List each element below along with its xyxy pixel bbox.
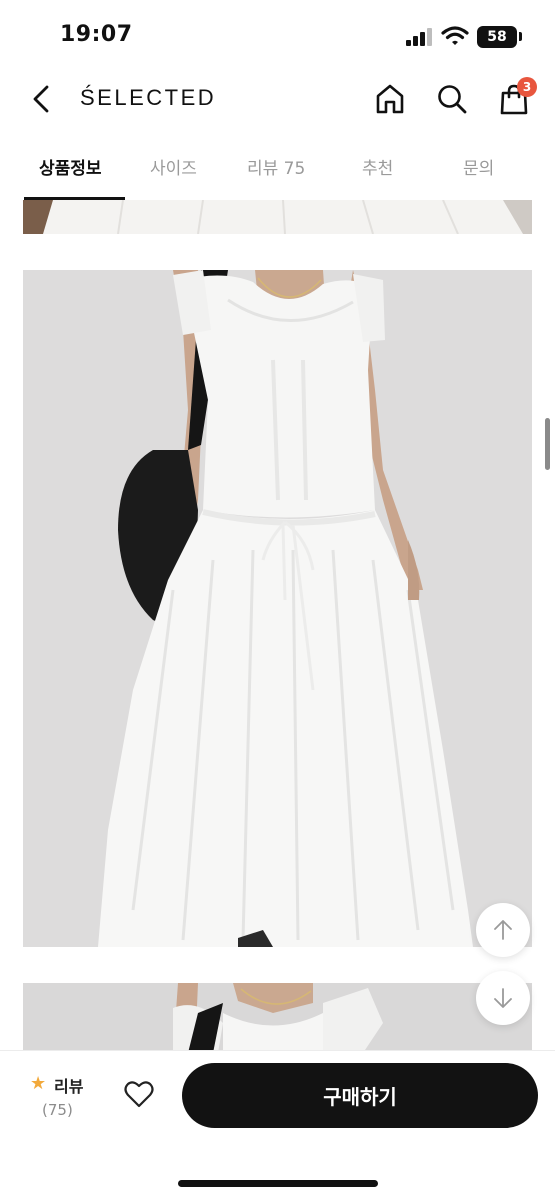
cart-count-badge: 3 [517, 77, 537, 97]
buy-button[interactable]: 구매하기 [182, 1063, 538, 1128]
tab-size[interactable]: 사이즈 [150, 154, 197, 179]
wifi-icon [441, 26, 469, 45]
arrow-up-icon [494, 920, 512, 940]
tab-recommend[interactable]: 추천 [362, 154, 393, 179]
tab-inquiry[interactable]: 문의 [463, 154, 494, 179]
battery-indicator: 58 [477, 26, 517, 48]
review-summary[interactable]: ★ 리뷰 (75) [30, 1073, 100, 1123]
status-time: 19:07 [60, 22, 133, 47]
search-icon [438, 85, 467, 114]
wishlist-button[interactable] [119, 1074, 159, 1114]
scroll-to-top-button[interactable] [476, 903, 530, 957]
brand-logo[interactable]: ŚELECTED [80, 85, 216, 111]
heart-icon [124, 1081, 154, 1108]
arrow-down-icon [494, 988, 512, 1008]
star-icon: ★ [30, 1073, 47, 1094]
scrollbar[interactable] [545, 418, 550, 470]
tab-reviews[interactable]: 리뷰 75 [247, 154, 305, 179]
review-count: (75) [42, 1101, 73, 1119]
home-icon [376, 84, 404, 114]
home-indicator [178, 1180, 378, 1187]
cellular-signal-icon [406, 28, 432, 46]
bottom-action-bar: ★ 리뷰 (75) 구매하기 [0, 1050, 555, 1200]
chevron-left-icon [33, 85, 49, 113]
battery-nub [519, 32, 522, 41]
home-button[interactable] [371, 80, 409, 118]
back-button[interactable] [24, 80, 58, 118]
product-image-next [23, 983, 532, 1053]
tab-product-info[interactable]: 상품정보 [39, 154, 102, 179]
product-image-top-strip [23, 200, 532, 234]
status-bar: 19:07 58 [0, 0, 555, 68]
review-label: 리뷰 [54, 1077, 84, 1096]
product-image-white-dress [23, 270, 532, 947]
search-button[interactable] [433, 80, 471, 118]
scroll-to-bottom-button[interactable] [476, 971, 530, 1025]
app-header: ŚELECTED [0, 68, 555, 130]
product-tabs: 상품정보 사이즈 리뷰 75 추천 문의 [0, 140, 555, 200]
